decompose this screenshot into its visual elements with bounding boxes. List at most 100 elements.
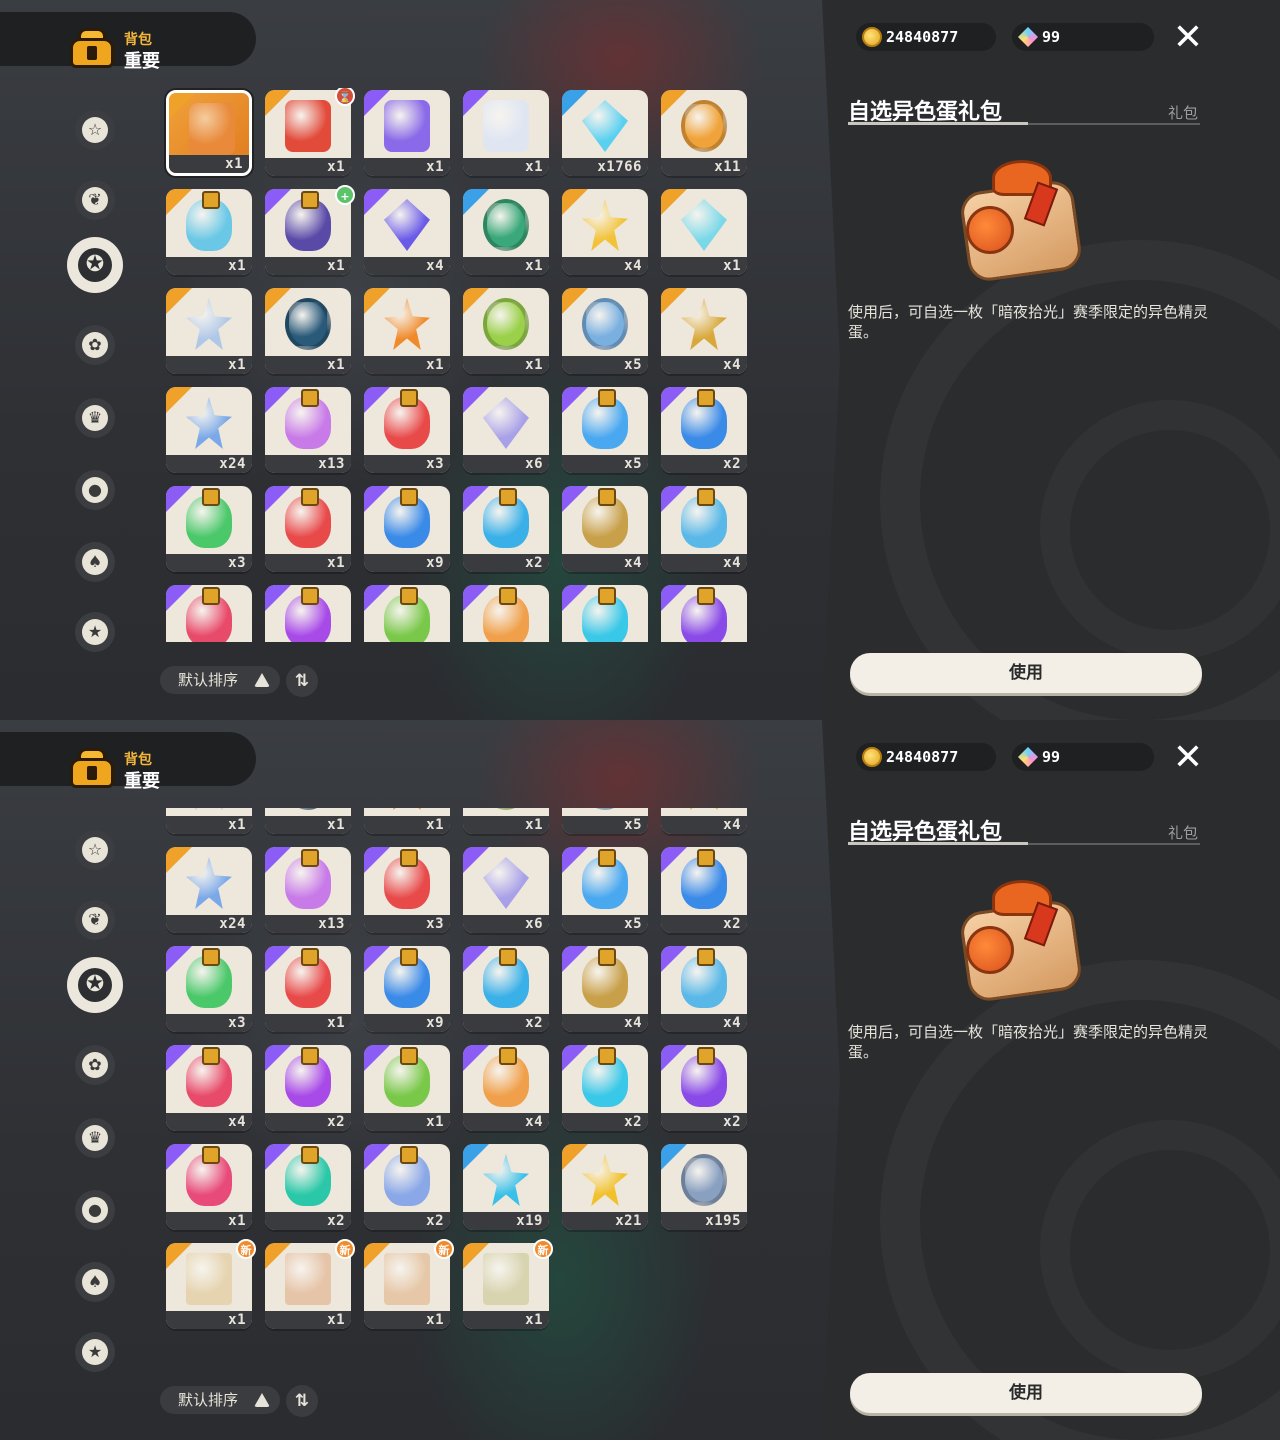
category-tab-8[interactable]: ★ [75, 1332, 115, 1372]
inventory-item[interactable]: x4 [463, 1045, 549, 1131]
category-tab-6[interactable]: ● [75, 1190, 115, 1230]
sort-order-toggle-icon[interactable]: ⇅ [286, 1385, 318, 1417]
inventory-item[interactable]: x1 [364, 288, 450, 374]
inventory-item[interactable]: x1 [463, 189, 549, 275]
use-button[interactable]: 使用 [850, 653, 1202, 693]
bag-tab[interactable]: 背包 重要 [0, 12, 256, 72]
card-crown-icon: ♛ [82, 1125, 108, 1151]
inventory-item[interactable]: x4 [562, 946, 648, 1032]
inventory-item[interactable]: x2 [661, 585, 747, 642]
inventory-item[interactable]: x2 [661, 847, 747, 933]
inventory-item[interactable]: x4 [463, 585, 549, 642]
item-bottle-icon [681, 1047, 727, 1107]
bag-tab[interactable]: 背包 重要 [0, 732, 256, 792]
inventory-item[interactable]: x6 [463, 847, 549, 933]
sort-dropdown[interactable]: 默认排序 [160, 666, 280, 694]
inventory-item[interactable]: x4 [364, 189, 450, 275]
inventory-item[interactable]: x2 [265, 1144, 351, 1230]
inventory-item[interactable]: x1 [661, 189, 747, 275]
inventory-item[interactable]: x13 [265, 387, 351, 473]
category-tab-2[interactable]: ❦ [75, 900, 115, 940]
inventory-item[interactable]: x24 [166, 847, 252, 933]
category-tab-4[interactable]: ✿ [75, 1045, 115, 1085]
inventory-item[interactable]: x2 [661, 1045, 747, 1131]
inventory-item[interactable]: x1 [364, 90, 450, 176]
item-star-icon [681, 808, 727, 810]
category-tab-5[interactable]: ♛ [75, 398, 115, 438]
category-tab-4[interactable]: ✿ [75, 325, 115, 365]
inventory-item[interactable]: x9 [364, 946, 450, 1032]
use-button[interactable]: 使用 [850, 1373, 1202, 1413]
inventory-item[interactable]: x24 [166, 387, 252, 473]
inventory-item[interactable]: x1 [166, 288, 252, 374]
sort-dropdown[interactable]: 默认排序 [160, 1386, 280, 1414]
category-tab-1[interactable]: ☆ [75, 830, 115, 870]
inventory-item[interactable]: x1 [463, 808, 549, 834]
category-tab-8[interactable]: ★ [75, 612, 115, 652]
inventory-item[interactable]: x1 [265, 946, 351, 1032]
category-tab-7[interactable]: ♠ [75, 1262, 115, 1302]
inventory-item[interactable]: x1 [364, 1045, 450, 1131]
inventory-item[interactable]: x9 [364, 486, 450, 572]
sort-order-toggle-icon[interactable]: ⇅ [286, 665, 318, 697]
item-grid-viewport[interactable]: x1 x1 x1 x1 x5 x4 x24 x13 x3 x6 x5 x2 x3 x1 x9 x2 x4 x4 x4… [160, 808, 752, 1362]
inventory-item[interactable]: x4 [166, 1045, 252, 1131]
inventory-item[interactable]: x1 [364, 808, 450, 834]
close-icon[interactable]: ✕ [1168, 738, 1208, 778]
inventory-item[interactable]: x11 [661, 90, 747, 176]
inventory-item[interactable]: x4 [661, 946, 747, 1032]
inventory-item[interactable]: x1 [166, 808, 252, 834]
inventory-item[interactable]: x1 [166, 189, 252, 275]
inventory-item[interactable]: x2 [661, 387, 747, 473]
inventory-item[interactable]: x1 [364, 585, 450, 642]
inventory-item[interactable]: x5 [562, 288, 648, 374]
item-coin-icon [285, 808, 331, 810]
category-tab-3[interactable]: ✪ [67, 237, 123, 293]
inventory-item[interactable]: x2 [265, 1045, 351, 1131]
inventory-item[interactable]: x2 [463, 486, 549, 572]
inventory-item[interactable]: x1 [265, 486, 351, 572]
inventory-item[interactable]: x2 [562, 1045, 648, 1131]
inventory-item[interactable]: x2 [463, 946, 549, 1032]
category-tab-5[interactable]: ♛ [75, 1118, 115, 1158]
inventory-item[interactable]: x19 [463, 1144, 549, 1230]
new-badge: 新 [236, 1239, 256, 1259]
inventory-item[interactable]: x2 [364, 1144, 450, 1230]
item-grid-viewport[interactable]: x1 x1 ⌛ x1 x1 x1766 x11 x1 x1 + x4 x1 x4 x1 x1 x1 x1 x1 x5… [160, 88, 752, 642]
inventory-item[interactable]: x5 [562, 387, 648, 473]
inventory-item[interactable]: x4 [562, 189, 648, 275]
inventory-item[interactable]: x4 [562, 486, 648, 572]
item-count: x1 [327, 1312, 345, 1328]
inventory-item[interactable]: x1 [463, 288, 549, 374]
inventory-item[interactable]: x2 [265, 585, 351, 642]
inventory-item[interactable]: x21 [562, 1144, 648, 1230]
inventory-item[interactable]: x3 [364, 847, 450, 933]
item-count: x1 [228, 258, 246, 274]
category-tab-3[interactable]: ✪ [67, 957, 123, 1013]
inventory-item[interactable]: x13 [265, 847, 351, 933]
category-tab-7[interactable]: ♠ [75, 542, 115, 582]
inventory-item[interactable]: x4 [166, 585, 252, 642]
inventory-item[interactable]: x1766 [562, 90, 648, 176]
inventory-item[interactable]: x1 [463, 90, 549, 176]
category-tab-2[interactable]: ❦ [75, 180, 115, 220]
category-tab-1[interactable]: ☆ [75, 110, 115, 150]
inventory-item[interactable]: x5 [562, 808, 648, 834]
inventory-item[interactable]: x3 [166, 486, 252, 572]
category-tab-6[interactable]: ● [75, 470, 115, 510]
inventory-item[interactable]: x3 [166, 946, 252, 1032]
inventory-item[interactable]: x2 [562, 585, 648, 642]
inventory-item[interactable]: x6 [463, 387, 549, 473]
inventory-item[interactable]: x1 [166, 90, 252, 176]
close-icon[interactable]: ✕ [1168, 18, 1208, 58]
inventory-item[interactable]: x1 [265, 808, 351, 834]
inventory-item[interactable]: x1 [166, 1144, 252, 1230]
inventory-item[interactable]: x4 [661, 288, 747, 374]
inventory-item[interactable]: x4 [661, 808, 747, 834]
inventory-item[interactable]: x5 [562, 847, 648, 933]
inventory-item[interactable]: x3 [364, 387, 450, 473]
item-count: x1 [327, 357, 345, 373]
inventory-item[interactable]: x4 [661, 486, 747, 572]
inventory-item[interactable]: x1 [265, 288, 351, 374]
inventory-item[interactable]: x195 [661, 1144, 747, 1230]
